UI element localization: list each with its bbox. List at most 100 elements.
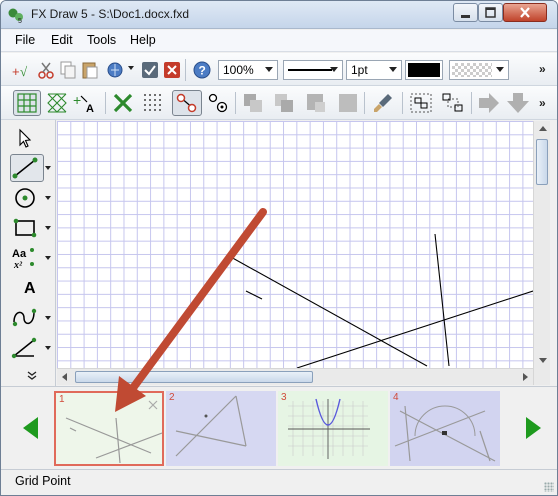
scroll-down-icon[interactable] xyxy=(539,358,547,363)
help-button[interactable]: ? xyxy=(190,58,214,82)
vertical-scroll-thumb[interactable] xyxy=(536,139,548,185)
transparent-fill-icon xyxy=(452,63,492,77)
menu-bar: File Edit Tools Help xyxy=(1,30,557,52)
grid-toggle-button[interactable] xyxy=(13,90,41,116)
layer-back-icon xyxy=(339,94,357,112)
chevron-down-icon[interactable] xyxy=(45,196,51,200)
solid-line-icon xyxy=(288,69,332,71)
move-right-button[interactable] xyxy=(477,91,501,115)
dotted-grid-icon xyxy=(144,94,161,111)
paste-button[interactable] xyxy=(78,58,102,82)
toolbar-overflow-button[interactable]: » xyxy=(539,96,546,110)
line-color-picker[interactable] xyxy=(405,60,443,80)
zoom-select[interactable]: 100% xyxy=(218,60,278,80)
select-tool[interactable] xyxy=(10,124,44,152)
resize-grip-icon[interactable] xyxy=(544,482,554,492)
minimize-button[interactable] xyxy=(453,3,478,22)
dotted-grid-button[interactable] xyxy=(141,91,165,115)
horizontal-scroll-thumb[interactable] xyxy=(75,371,313,383)
vertical-scrollbar[interactable] xyxy=(533,121,550,385)
move-down-button[interactable] xyxy=(507,91,531,115)
page-thumbnail-1[interactable]: 1 xyxy=(54,391,164,466)
zoom-value: 100% xyxy=(223,63,254,77)
bring-forward-button[interactable] xyxy=(272,91,296,115)
rectangle-tool[interactable] xyxy=(10,214,44,242)
palette-more-button[interactable] xyxy=(27,370,37,384)
accept-button[interactable] xyxy=(138,58,162,82)
title-bar: 5 FX Draw 5 - S:\Doc1.docx.fxd xyxy=(1,1,557,29)
isometric-grid-button[interactable] xyxy=(45,91,69,115)
chevron-down-icon[interactable] xyxy=(45,346,51,350)
text-tool[interactable]: A xyxy=(10,273,44,301)
status-bar: Grid Point xyxy=(1,469,557,495)
page-thumbnail-4[interactable]: 4 xyxy=(390,391,500,466)
send-backward-button[interactable] xyxy=(304,91,328,115)
page-thumbnail-2[interactable]: 2 xyxy=(166,391,276,466)
minimize-icon xyxy=(461,15,470,18)
next-page-arrow-icon[interactable] xyxy=(526,417,541,439)
link-button[interactable] xyxy=(103,58,127,82)
group-button[interactable] xyxy=(409,91,433,115)
thumbnail-number: 4 xyxy=(393,392,399,403)
chevron-down-icon[interactable] xyxy=(45,256,51,260)
circle-tool[interactable] xyxy=(10,184,44,212)
new-equation-button[interactable]: + √ xyxy=(10,58,34,82)
add-label-button[interactable]: + A xyxy=(73,91,97,115)
drawing-lines xyxy=(228,233,533,368)
previous-page-arrow-icon[interactable] xyxy=(23,417,38,439)
snap-to-object-button[interactable] xyxy=(206,91,230,115)
chevron-down-icon[interactable] xyxy=(45,316,51,320)
format-painter-button[interactable] xyxy=(371,91,395,115)
ungroup-button[interactable] xyxy=(441,91,465,115)
page-thumbnail-3[interactable]: 3 xyxy=(278,391,388,466)
drawing-canvas[interactable] xyxy=(57,121,533,368)
status-text: Grid Point xyxy=(15,474,71,488)
window-title: FX Draw 5 - S:\Doc1.docx.fxd xyxy=(31,7,190,21)
snap-points-icon xyxy=(176,93,197,113)
cancel-button[interactable] xyxy=(160,58,184,82)
scroll-up-icon[interactable] xyxy=(539,126,547,131)
ungroup-icon xyxy=(442,93,463,112)
pointer-arrow-icon xyxy=(19,128,32,148)
line-style-select[interactable] xyxy=(283,60,343,80)
close-button[interactable] xyxy=(503,3,547,22)
bring-to-front-button[interactable] xyxy=(241,91,265,115)
horizontal-scrollbar[interactable] xyxy=(57,368,533,385)
new-equation-icon: + √ xyxy=(12,64,28,79)
snap-to-grid-button[interactable] xyxy=(172,90,202,116)
menu-help[interactable]: Help xyxy=(130,33,156,47)
copy-icon xyxy=(60,61,76,79)
menu-edit[interactable]: Edit xyxy=(51,33,73,47)
delete-object-button[interactable] xyxy=(111,91,135,115)
add-point-label-icon: +A xyxy=(73,92,94,114)
layer-backward-icon xyxy=(307,94,325,112)
chevron-down-icon[interactable] xyxy=(45,166,51,170)
equation-text-tool[interactable]: Aa x² xyxy=(10,244,44,272)
fill-pattern-select[interactable] xyxy=(449,60,509,80)
maximize-button[interactable] xyxy=(478,3,503,22)
circle-icon xyxy=(15,188,35,208)
chevron-down-icon[interactable] xyxy=(45,226,51,230)
line-width-select[interactable]: 1pt xyxy=(346,60,402,80)
menu-tools[interactable]: Tools xyxy=(87,33,116,47)
chevron-down-icon xyxy=(330,67,338,72)
cut-button[interactable] xyxy=(34,58,58,82)
copy-button[interactable] xyxy=(56,58,80,82)
link-dropdown-chevron-icon[interactable] xyxy=(128,66,134,70)
arrow-right-icon xyxy=(479,93,499,113)
angle-tool[interactable] xyxy=(10,334,44,362)
group-icon xyxy=(410,93,432,113)
curve-tool[interactable] xyxy=(10,304,44,332)
send-to-back-button[interactable] xyxy=(336,91,360,115)
text-a-icon: A xyxy=(24,280,36,297)
menu-file[interactable]: File xyxy=(15,33,35,47)
line-tool[interactable] xyxy=(10,154,44,182)
toolbar-separator xyxy=(364,92,365,114)
scroll-right-icon[interactable] xyxy=(523,373,528,381)
scroll-left-icon[interactable] xyxy=(62,373,67,381)
svg-text:+: + xyxy=(73,92,81,108)
thumbnail-preview xyxy=(175,395,247,457)
math-text-icon: Aax² xyxy=(12,248,34,270)
toolbar-overflow-button[interactable]: » xyxy=(539,62,546,76)
toolbar-separator xyxy=(105,92,106,114)
